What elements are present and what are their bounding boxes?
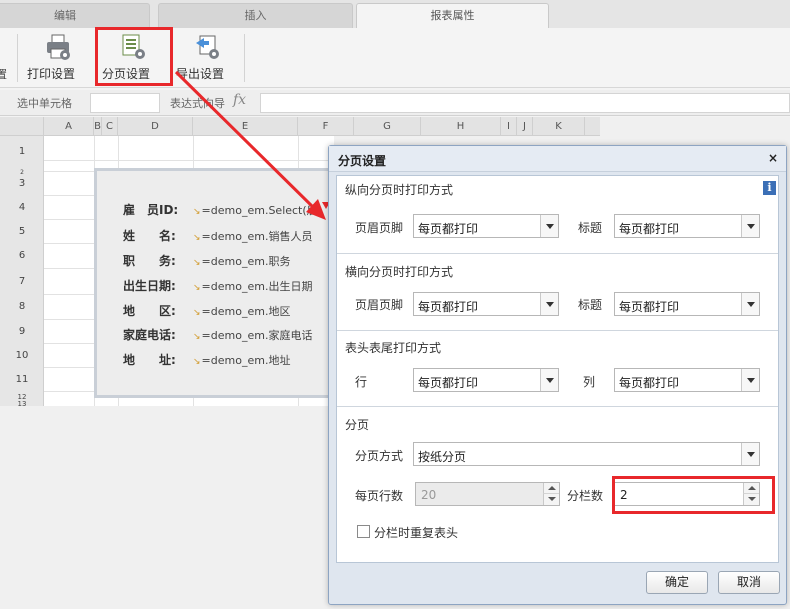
row-print-select[interactable]: 每页都打印 [413, 368, 559, 392]
vertical-title-select[interactable]: 每页都打印 [614, 214, 760, 238]
vertical-section-title: 纵向分页时打印方式 [345, 183, 454, 197]
vertical-header-footer-label: 页眉页脚 [355, 221, 404, 235]
selected-value: 每页都打印 [619, 376, 680, 390]
section-divider [337, 330, 778, 331]
stepper-up-icon [543, 483, 559, 494]
paging-mode-select[interactable]: 按纸分页 [413, 442, 760, 466]
selected-value: 按纸分页 [418, 450, 467, 464]
stepper-value: 20 [421, 488, 437, 502]
chevron-down-icon[interactable] [741, 443, 759, 465]
dialog-body: i 纵向分页时打印方式 页眉页脚 每页都打印 标题 每页都打印 横向分页时打印方… [336, 175, 779, 563]
page-settings-dialog: 分页设置 × i 纵向分页时打印方式 页眉页脚 每页都打印 标题 每页都打印 横… [328, 145, 787, 605]
horizontal-section-title: 横向分页时打印方式 [345, 265, 454, 279]
column-print-select[interactable]: 每页都打印 [614, 368, 760, 392]
horizontal-header-footer-label: 页眉页脚 [355, 298, 404, 312]
cancel-button[interactable]: 取消 [718, 571, 780, 594]
column-label: 列 [583, 375, 596, 389]
ok-button[interactable]: 确定 [646, 571, 708, 594]
horizontal-title-select[interactable]: 每页都打印 [614, 292, 760, 316]
dialog-title-bar[interactable]: 分页设置 × [329, 146, 786, 172]
close-icon[interactable]: × [768, 151, 778, 165]
horizontal-header-footer-select[interactable]: 每页都打印 [413, 292, 559, 316]
columns-count-highlight-box [612, 476, 775, 514]
paging-mode-label: 分页方式 [355, 449, 404, 463]
paging-section-title: 分页 [345, 418, 370, 432]
selected-value: 每页都打印 [418, 300, 479, 314]
rows-per-page-stepper: 20 [415, 482, 560, 506]
selected-value: 每页都打印 [418, 222, 479, 236]
selected-value: 每页都打印 [619, 300, 680, 314]
section-divider [337, 253, 778, 254]
chevron-down-icon[interactable] [540, 293, 558, 315]
chevron-down-icon[interactable] [741, 293, 759, 315]
section-divider [337, 406, 778, 407]
chevron-down-icon[interactable] [540, 369, 558, 391]
vertical-title-label: 标题 [578, 221, 603, 235]
vertical-header-footer-select[interactable]: 每页都打印 [413, 214, 559, 238]
rows-per-page-label: 每页行数 [355, 489, 404, 503]
repeat-header-checkbox[interactable] [357, 525, 370, 538]
selected-value: 每页都打印 [418, 376, 479, 390]
dialog-title: 分页设置 [338, 154, 387, 168]
selected-value: 每页都打印 [619, 222, 680, 236]
stepper-down-icon [543, 494, 559, 505]
repeat-header-label[interactable]: 分栏时重复表头 [374, 524, 458, 541]
chevron-down-icon[interactable] [741, 215, 759, 237]
columns-count-label: 分栏数 [567, 489, 604, 503]
chevron-down-icon[interactable] [540, 215, 558, 237]
info-icon[interactable]: i [763, 181, 776, 195]
table-head-section-title: 表头表尾打印方式 [345, 341, 442, 355]
horizontal-title-label: 标题 [578, 298, 603, 312]
chevron-down-icon[interactable] [741, 369, 759, 391]
row-label: 行 [355, 375, 368, 389]
